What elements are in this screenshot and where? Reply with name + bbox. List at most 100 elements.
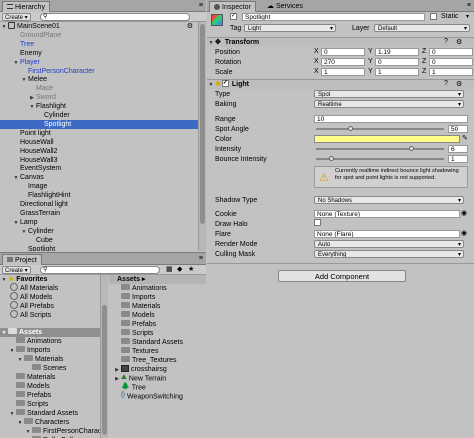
favorite-item[interactable]: All Materials (0, 283, 107, 293)
baking-dropdown[interactable]: Realtime (314, 100, 464, 108)
transform-x-field[interactable]: 270 (321, 58, 365, 66)
transform-z-field[interactable]: 0 (429, 58, 473, 66)
hierarchy-item[interactable]: ▼ Lamp (0, 218, 198, 227)
spot-angle-slider-knob[interactable] (347, 126, 353, 131)
axis-z-label[interactable]: Z (422, 48, 426, 55)
asset-item[interactable]: Textures (109, 347, 206, 356)
hierarchy-item[interactable]: HouseWall2 (0, 147, 198, 156)
scene-header[interactable]: ▼ MainScene01 ⚙ (0, 22, 198, 31)
collapse-arrow-icon[interactable]: ▼ (207, 80, 215, 90)
shadow-type-dropdown[interactable]: No Shadows (314, 196, 464, 204)
hierarchy-item[interactable]: HouseWall (0, 138, 198, 147)
culling-mask-dropdown[interactable]: Everything (314, 250, 464, 258)
intensity-slider-knob[interactable] (409, 146, 414, 151)
hierarchy-item[interactable]: ▶ Sword (0, 93, 198, 102)
project-tree-item[interactable]: Prefabs (0, 391, 107, 400)
hierarchy-item[interactable]: Directional light (0, 200, 198, 209)
asset-item[interactable]: Tree_Textures (109, 356, 206, 365)
project-tree-item[interactable]: ▼ Characters (0, 418, 107, 427)
transform-y-field[interactable]: 0 (375, 58, 419, 66)
asset-item[interactable]: Models (109, 311, 206, 320)
light-help-icon[interactable]: ? (444, 80, 448, 87)
assets-root[interactable]: ▼ Assets (0, 328, 107, 337)
axis-y-label[interactable]: Y (368, 68, 373, 75)
assets-breadcrumb[interactable]: Assets ▸ (109, 275, 206, 284)
spot-angle-slider-track[interactable] (316, 128, 444, 130)
filter-type-icon[interactable]: ▦ (166, 265, 173, 273)
add-component-button[interactable]: Add Component (278, 270, 406, 282)
asset-item[interactable]: Standard Assets (109, 338, 206, 347)
panel-menu-icon[interactable]: ≡ (199, 2, 203, 9)
scene-menu-icon[interactable]: ⚙ (187, 22, 193, 31)
project-tree-item[interactable]: Scenes (0, 364, 107, 373)
bounce-slider-knob[interactable] (329, 156, 334, 161)
transform-z-field[interactable]: 0 (429, 48, 473, 56)
project-tree-item[interactable]: Models (0, 382, 107, 391)
hierarchy-item[interactable]: Enemy (0, 49, 198, 58)
axis-y-label[interactable]: Y (368, 58, 373, 65)
favorite-item[interactable]: All Models (0, 292, 107, 302)
transform-z-field[interactable]: 1 (429, 68, 473, 76)
axis-z-label[interactable]: Z (422, 68, 426, 75)
bounce-slider-track[interactable] (316, 158, 444, 160)
layer-dropdown[interactable]: Default (374, 24, 470, 32)
hierarchy-item[interactable]: ▼ Flashlight (0, 102, 198, 111)
transform-x-field[interactable]: 1 (321, 68, 365, 76)
collapse-arrow-icon[interactable]: ▼ (207, 38, 215, 48)
project-tree-item[interactable]: ▼ Imports (0, 346, 107, 355)
hierarchy-create-button[interactable]: Create ▾ (2, 13, 31, 21)
type-dropdown[interactable]: Spot (314, 90, 464, 98)
panel-menu-icon[interactable]: ≡ (467, 2, 471, 9)
hierarchy-item[interactable]: HouseWall3 (0, 156, 198, 165)
transform-x-field[interactable]: 0 (321, 48, 365, 56)
flare-field[interactable]: None (Flare) (314, 230, 460, 238)
transform-y-field[interactable]: 1.19 (375, 48, 419, 56)
spot-angle-field[interactable]: 50 (448, 125, 468, 133)
axis-y-label[interactable]: Y (368, 48, 373, 55)
favorite-star-icon[interactable]: ★ (188, 265, 194, 273)
tag-dropdown[interactable]: Light (244, 24, 336, 32)
bounce-intensity-field[interactable]: 1 (448, 155, 468, 163)
hierarchy-item[interactable]: Mace (0, 84, 198, 93)
color-swatch[interactable] (314, 135, 460, 143)
hierarchy-item[interactable]: ▼ Melee (0, 75, 198, 84)
project-tree-item[interactable]: Animations (0, 337, 107, 346)
hierarchy-item[interactable]: Point light (0, 129, 198, 138)
object-picker-icon[interactable]: ◉ (461, 229, 467, 237)
hierarchy-item[interactable]: ▼ Canvas (0, 173, 198, 182)
light-enabled-checkbox[interactable]: ✓ (221, 79, 229, 87)
tab-project[interactable]: Project (2, 254, 42, 265)
hierarchy-item[interactable]: Cylinder (0, 111, 198, 120)
project-tree-scroll-thumb[interactable] (102, 305, 107, 435)
axis-x-label[interactable]: X (314, 68, 319, 75)
panel-menu-icon[interactable]: ≡ (199, 255, 203, 262)
project-tree-item[interactable]: ▼ Materials (0, 355, 107, 364)
tab-services[interactable]: ☁ Services (263, 1, 307, 12)
asset-item[interactable]: Scripts (109, 329, 206, 338)
project-tree-item[interactable]: Materials (0, 373, 107, 382)
cookie-field[interactable]: None (Texture) (314, 210, 460, 218)
transform-y-field[interactable]: 1 (375, 68, 419, 76)
eyedropper-icon[interactable]: ✎ (462, 134, 468, 142)
filter-label-icon[interactable]: ◆ (177, 265, 182, 273)
hierarchy-item[interactable]: ▼ Cylinder (0, 227, 198, 236)
hierarchy-item[interactable]: Spotlight (0, 119, 198, 129)
hierarchy-item[interactable]: Cube (0, 236, 198, 245)
object-picker-icon[interactable]: ◉ (461, 209, 467, 217)
hierarchy-item[interactable]: Spotlight (0, 245, 198, 252)
hierarchy-search-input[interactable]: ⚲ (40, 13, 190, 21)
hierarchy-item[interactable]: EventSystem (0, 164, 198, 173)
favorites-header[interactable]: ▼ ★ Favorites (0, 275, 107, 284)
draw-halo-checkbox[interactable] (314, 219, 321, 227)
tab-hierarchy[interactable]: Hierarchy (2, 1, 50, 12)
intensity-slider-track[interactable] (316, 148, 444, 150)
project-tree-item[interactable]: Scripts (0, 400, 107, 409)
hierarchy-item[interactable]: Tree (0, 40, 198, 49)
asset-item[interactable]: {} WeaponSwitching (109, 392, 206, 401)
static-dropdown-icon[interactable]: ▾ (466, 13, 469, 20)
intensity-field[interactable]: 6 (448, 145, 468, 153)
project-tree-item[interactable]: ▼ Standard Assets (0, 409, 107, 418)
hierarchy-scroll-thumb[interactable] (200, 24, 205, 224)
asset-item[interactable]: Materials (109, 302, 206, 311)
render-mode-dropdown[interactable]: Auto (314, 240, 464, 248)
